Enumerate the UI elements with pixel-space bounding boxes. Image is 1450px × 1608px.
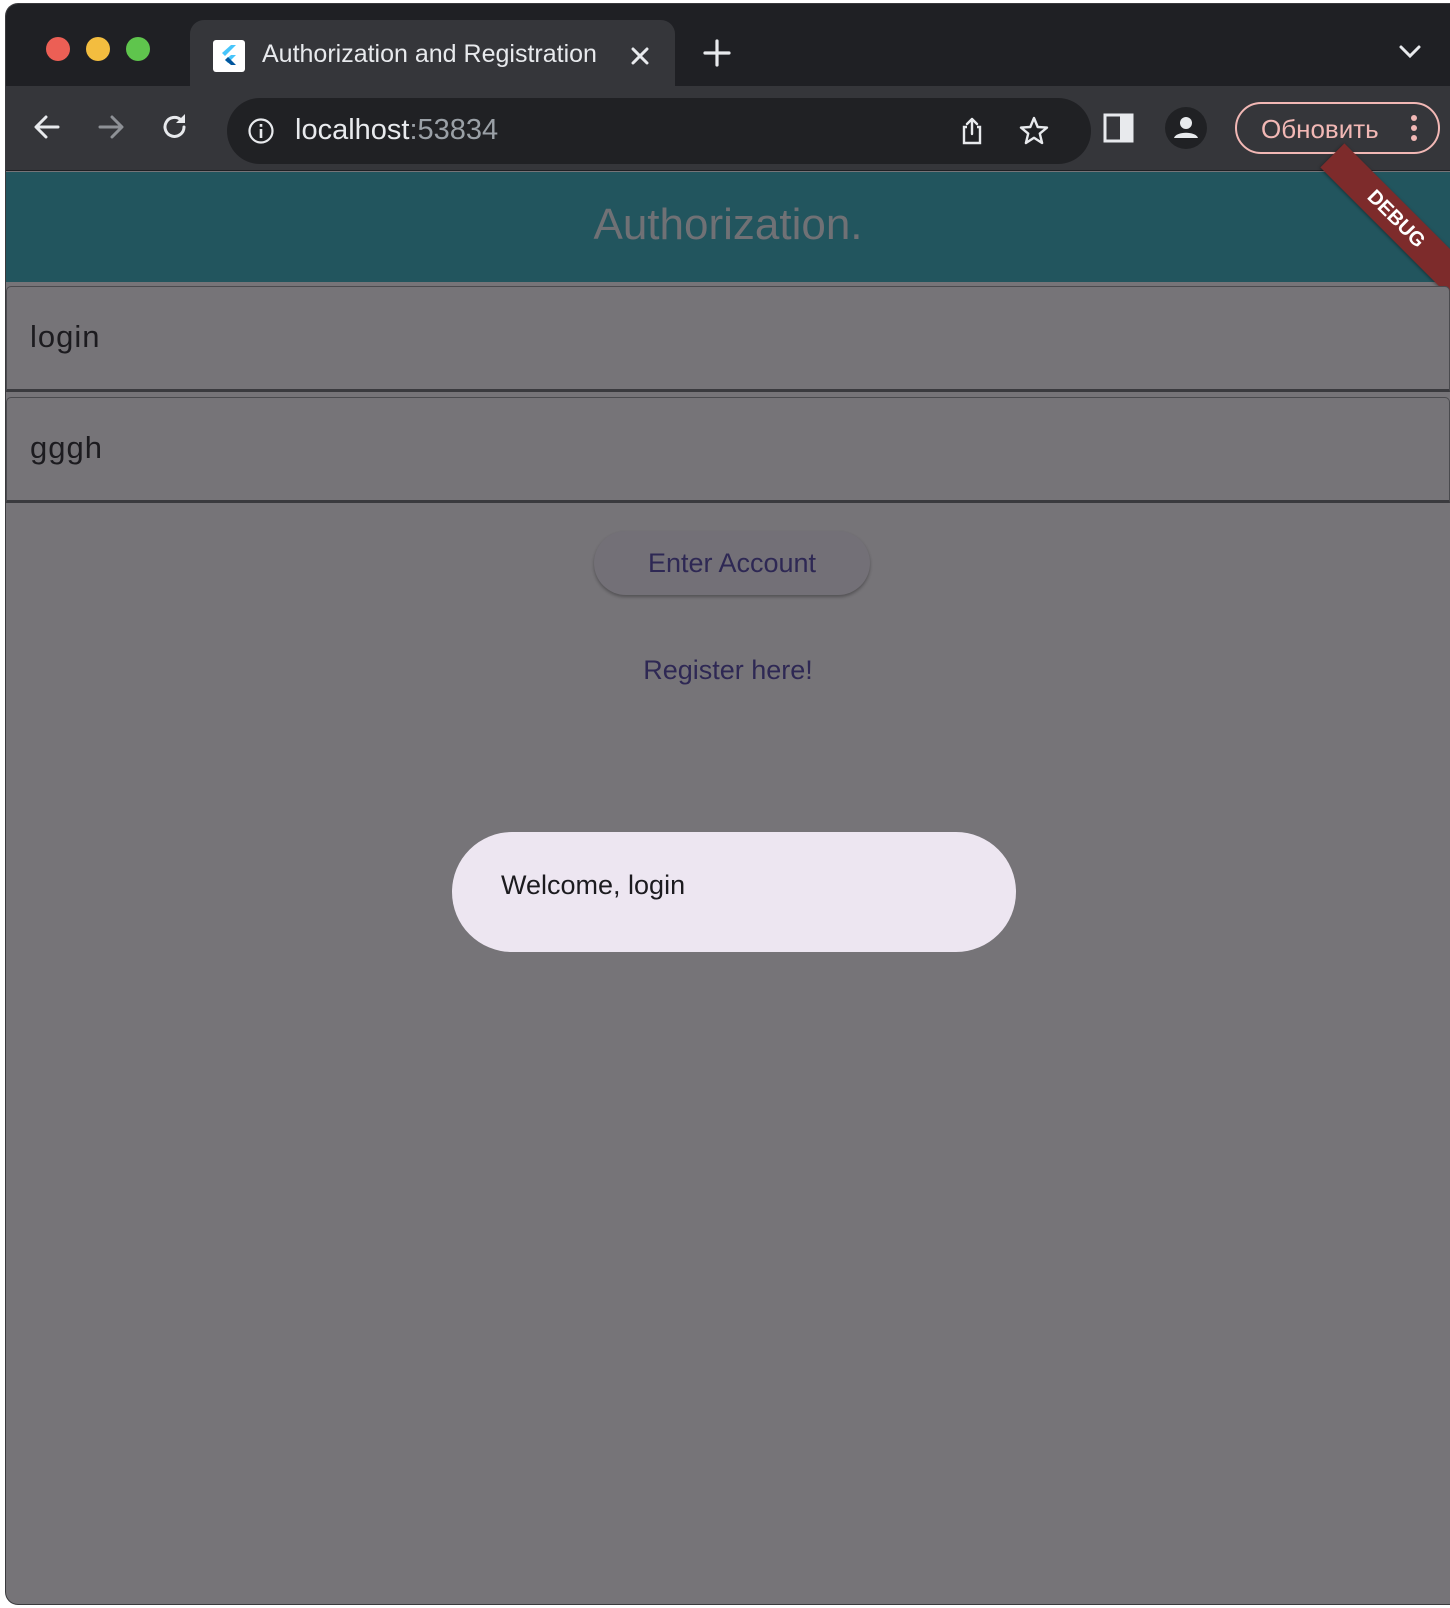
url-port: :53834 [409,114,499,146]
app-bar: Authorization. DEBUG [6,143,1450,295]
update-button-label: Обновить [1261,114,1379,144]
enter-account-button[interactable]: Enter Account [594,531,870,595]
url-text: localhost:53834 [295,114,498,147]
minimize-window-button[interactable] [86,37,110,61]
forward-arrow-icon[interactable] [94,110,128,144]
snackbar-message: Welcome, login [501,870,686,900]
back-arrow-icon[interactable] [30,110,64,144]
password-field-value[interactable]: gggh [30,430,103,466]
maximize-window-button[interactable] [126,37,150,61]
flutter-logo-icon [213,40,245,72]
tab-active[interactable]: Authorization and Registration [190,20,675,86]
register-link[interactable]: Register here! [6,655,1450,686]
chevron-down-icon[interactable] [1398,44,1422,60]
bookmark-star-icon[interactable] [1018,115,1050,147]
update-browser-button[interactable]: Обновить [1235,102,1440,154]
close-icon[interactable] [626,42,654,70]
login-field-value[interactable]: login [30,319,101,355]
share-icon[interactable] [956,115,988,147]
kebab-menu-icon[interactable] [1407,113,1421,143]
page-title: Authorization. [593,200,863,249]
side-panel-icon[interactable] [1102,111,1136,145]
address-bar[interactable]: localhost:53834 [227,98,1091,164]
tab-strip: Authorization and Registration [6,4,1450,86]
info-icon[interactable] [247,117,275,145]
close-window-button[interactable] [46,37,70,61]
password-field[interactable]: gggh [6,397,1450,503]
tab-title: Authorization and Registration [262,40,597,68]
browser-toolbar: localhost:53834 Обновить [6,86,1450,171]
new-tab-plus-icon[interactable] [702,38,732,68]
reload-icon[interactable] [158,110,192,144]
login-field[interactable]: login [6,286,1450,392]
welcome-snackbar: Welcome, login [452,832,1016,952]
browser-window: Authorization and Registration localhost… [6,4,1450,1604]
profile-avatar-icon[interactable] [1165,107,1207,149]
url-host: localhost [295,114,410,146]
